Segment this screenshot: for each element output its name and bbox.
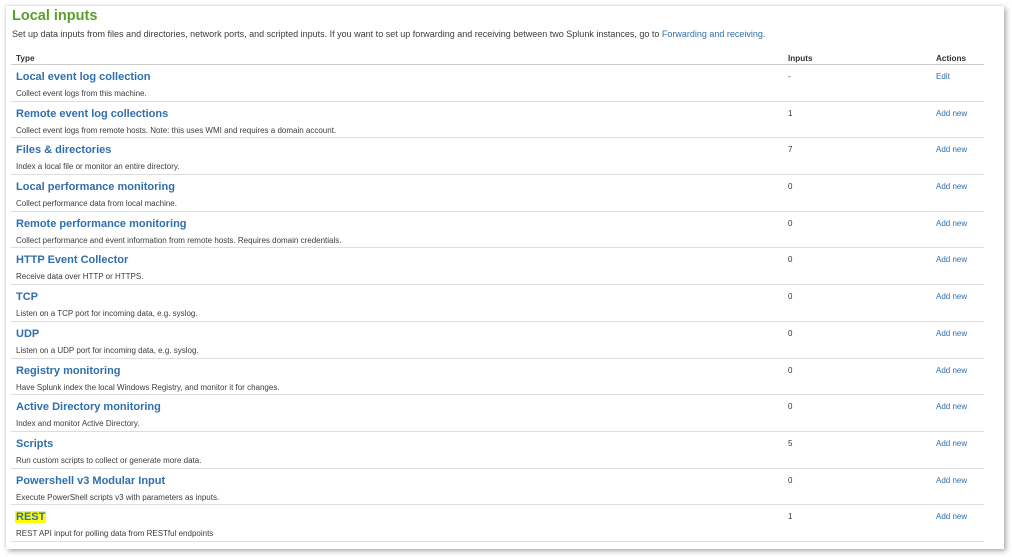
input-count: 0 bbox=[788, 328, 793, 338]
table-row: Local event log collection Collect event … bbox=[11, 65, 984, 102]
input-type-description: Collect event logs from remote hosts. No… bbox=[16, 125, 337, 135]
add-new-link[interactable]: Add new bbox=[936, 109, 967, 118]
input-type-description: Collect performance and event informatio… bbox=[16, 235, 342, 245]
input-count: 0 bbox=[788, 365, 793, 375]
table-body: Local event log collection Collect event … bbox=[11, 65, 984, 542]
input-type-link[interactable]: Remote performance monitoring bbox=[16, 218, 187, 230]
table-header: Type Inputs Actions bbox=[11, 51, 984, 65]
column-header-inputs: Inputs bbox=[788, 54, 813, 63]
input-type-link[interactable]: TCP bbox=[16, 291, 38, 303]
input-type-link[interactable]: Active Directory monitoring bbox=[16, 401, 161, 413]
add-new-link[interactable]: Add new bbox=[936, 219, 967, 228]
add-new-link[interactable]: Add new bbox=[936, 476, 967, 485]
table-row: REST REST API input for polling data from… bbox=[11, 505, 984, 542]
subtitle-text: Set up data inputs from files and direct… bbox=[12, 29, 660, 39]
table-row: Remote performance monitoring Collect per… bbox=[11, 212, 984, 249]
input-type-link[interactable]: UDP bbox=[16, 328, 39, 340]
forwarding-receiving-link[interactable]: Forwarding and receiving. bbox=[662, 29, 766, 39]
input-count: 0 bbox=[788, 402, 793, 412]
local-inputs-panel: Local inputs Set up data inputs from fil… bbox=[6, 6, 1004, 549]
input-count: 0 bbox=[788, 475, 793, 485]
input-type-link[interactable]: Powershell v3 Modular Input bbox=[16, 475, 165, 487]
input-count: 0 bbox=[788, 255, 793, 265]
table-row: TCP Listen on a TCP port for incoming dat… bbox=[11, 285, 984, 322]
table-row: UDP Listen on a UDP port for incoming dat… bbox=[11, 322, 984, 359]
input-type-description: Have Splunk index the local Windows Regi… bbox=[16, 382, 280, 392]
input-type-link[interactable]: REST bbox=[15, 511, 47, 524]
page-subtitle: Set up data inputs from files and direct… bbox=[12, 29, 765, 39]
column-header-type: Type bbox=[16, 54, 35, 63]
table-row: Powershell v3 Modular Input Execute Power… bbox=[11, 469, 984, 506]
input-type-link[interactable]: Scripts bbox=[16, 438, 53, 450]
table-row: Scripts Run custom scripts to collect or … bbox=[11, 432, 984, 469]
input-type-description: Index a local file or monitor an entire … bbox=[16, 162, 180, 172]
add-new-link[interactable]: Add new bbox=[936, 255, 967, 264]
add-new-link[interactable]: Add new bbox=[936, 366, 967, 375]
table-row: Files & directories Index a local file or… bbox=[11, 138, 984, 176]
input-count: 7 bbox=[788, 145, 793, 155]
input-type-description: Collect performance data from local mach… bbox=[16, 199, 177, 209]
table-row: Remote event log collections Collect even… bbox=[11, 102, 984, 139]
table-row: Active Directory monitoring Index and mon… bbox=[11, 395, 984, 432]
input-count: - bbox=[788, 72, 791, 81]
page-title: Local inputs bbox=[12, 8, 98, 24]
input-count: 5 bbox=[788, 438, 793, 448]
input-type-description: Listen on a TCP port for incoming data, … bbox=[16, 309, 198, 319]
add-new-link[interactable]: Add new bbox=[936, 145, 967, 154]
input-type-description: Listen on a UDP port for incoming data, … bbox=[16, 345, 199, 355]
input-type-description: Collect event logs from this machine. bbox=[16, 89, 147, 98]
input-count: 0 bbox=[788, 218, 793, 228]
input-count: 0 bbox=[788, 182, 793, 192]
input-type-description: Index and monitor Active Directory. bbox=[16, 419, 140, 429]
input-count: 0 bbox=[788, 292, 793, 302]
add-new-link[interactable]: Add new bbox=[936, 402, 967, 411]
input-type-description: REST API input for polling data from RES… bbox=[16, 529, 214, 539]
table-row: Local performance monitoring Collect perf… bbox=[11, 175, 984, 212]
input-type-description: Execute PowerShell scripts v3 with param… bbox=[16, 492, 220, 502]
add-new-link[interactable]: Add new bbox=[936, 329, 967, 338]
add-new-link[interactable]: Add new bbox=[936, 512, 967, 521]
add-new-link[interactable]: Add new bbox=[936, 182, 967, 191]
input-count: 1 bbox=[788, 512, 793, 522]
input-type-link[interactable]: Files & directories bbox=[16, 144, 111, 156]
table-row: HTTP Event Collector Receive data over HT… bbox=[11, 248, 984, 286]
input-type-link[interactable]: HTTP Event Collector bbox=[16, 254, 128, 266]
input-type-description: Receive data over HTTP or HTTPS. bbox=[16, 272, 144, 282]
input-type-description: Run custom scripts to collect or generat… bbox=[16, 455, 202, 465]
column-header-actions: Actions bbox=[936, 54, 967, 63]
input-type-link[interactable]: Registry monitoring bbox=[16, 365, 121, 377]
inputs-table: Type Inputs Actions Local event log coll… bbox=[11, 51, 984, 542]
edit-link[interactable]: Edit bbox=[936, 72, 950, 81]
table-row: Registry monitoring Have Splunk index the… bbox=[11, 359, 984, 396]
input-count: 1 bbox=[788, 108, 793, 118]
input-type-link[interactable]: Local event log collection bbox=[16, 71, 150, 83]
add-new-link[interactable]: Add new bbox=[936, 439, 967, 448]
add-new-link[interactable]: Add new bbox=[936, 292, 967, 301]
input-type-link[interactable]: Local performance monitoring bbox=[16, 181, 175, 193]
input-type-link[interactable]: Remote event log collections bbox=[16, 108, 168, 120]
